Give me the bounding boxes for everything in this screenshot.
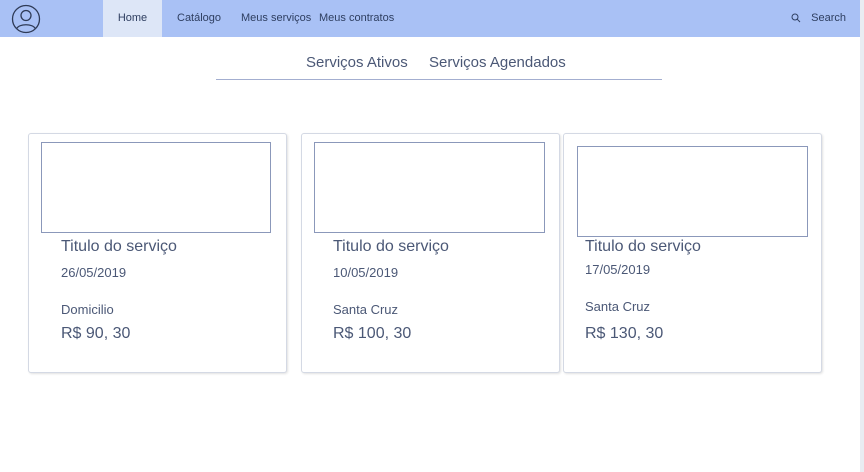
service-price: R$ 100, 30 (333, 325, 412, 342)
top-navbar: Home Catálogo Meus serviços Meus contrat… (0, 0, 864, 37)
service-date: 26/05/2019 (61, 265, 127, 280)
search-label: Search (811, 12, 846, 24)
service-image-placeholder (41, 142, 271, 233)
user-avatar-icon[interactable] (11, 4, 41, 34)
service-title: Titulo do serviço (61, 238, 177, 255)
nav-home[interactable]: Home (103, 0, 162, 37)
service-card[interactable]: Titulo do serviço 17/05/2019 Santa Cruz … (563, 133, 822, 373)
service-location: Domicilio (61, 302, 114, 317)
service-title: Titulo do serviço (333, 238, 449, 255)
service-price: R$ 130, 30 (585, 325, 664, 342)
tab-servicos-agendados[interactable]: Serviços Agendados (429, 54, 566, 71)
service-tabs: Serviços Ativos Serviços Agendados (216, 48, 662, 80)
service-location: Santa Cruz (585, 299, 651, 314)
search-icon (791, 13, 801, 23)
service-card[interactable]: Titulo do serviço 26/05/2019 Domicilio R… (28, 133, 287, 373)
search-button[interactable]: Search (791, 0, 846, 37)
nav-meus-servicos[interactable]: Meus serviços (241, 0, 311, 37)
service-title: Titulo do serviço (585, 238, 701, 255)
service-date: 17/05/2019 (585, 262, 651, 277)
service-location: Santa Cruz (333, 302, 399, 317)
tab-servicos-ativos[interactable]: Serviços Ativos (306, 54, 408, 71)
service-price: R$ 90, 30 (61, 325, 131, 342)
nav-catalogo[interactable]: Catálogo (177, 0, 221, 37)
service-card[interactable]: Titulo do serviço 10/05/2019 Santa Cruz … (301, 133, 560, 373)
service-date: 10/05/2019 (333, 265, 399, 280)
nav-meus-contratos[interactable]: Meus contratos (319, 0, 394, 37)
service-image-placeholder (577, 146, 808, 237)
service-image-placeholder (314, 142, 545, 233)
page-scrollbar[interactable] (860, 0, 864, 472)
